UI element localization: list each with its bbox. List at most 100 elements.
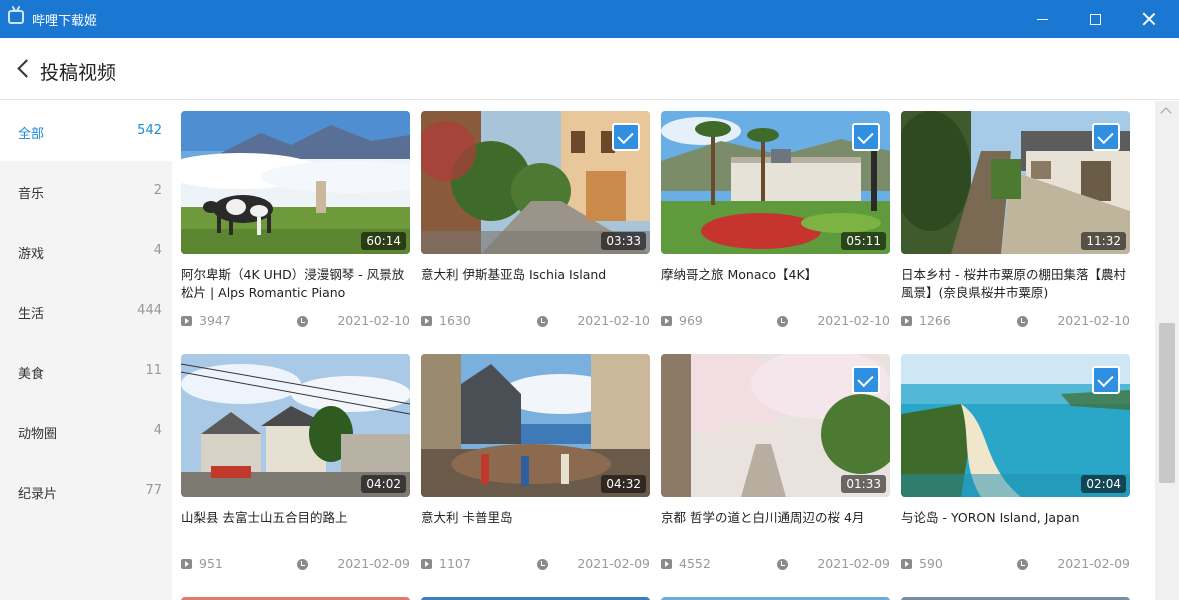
- video-card[interactable]: 60:14 阿尔卑斯（4K UHD）浸漫钢琴 - 风景放松片 | Alps Ro…: [181, 111, 410, 341]
- sidebar-item-label: 美食: [18, 367, 45, 382]
- clock-icon: [777, 559, 788, 570]
- duration-badge: 60:14: [361, 232, 406, 250]
- video-title: 阿尔卑斯（4K UHD）浸漫钢琴 - 风景放松片 | Alps Romantic…: [181, 267, 405, 300]
- video-meta: 951 2021-02-09: [181, 556, 410, 572]
- close-icon: [1142, 12, 1156, 26]
- sidebar-item-label: 游戏: [18, 247, 45, 262]
- upload-date: 2021-02-10: [1057, 313, 1130, 328]
- upload-date: 2021-02-10: [817, 313, 890, 328]
- window-title: 哔哩下载姬: [32, 14, 98, 29]
- view-count: 3947: [199, 313, 231, 328]
- video-thumbnail: 05:11: [661, 111, 890, 254]
- upload-date: 2021-02-09: [337, 556, 410, 571]
- sidebar-item-label: 动物圈: [18, 427, 58, 442]
- view-count: 590: [919, 556, 943, 571]
- video-meta: 1630 2021-02-10: [421, 313, 650, 329]
- clock-icon: [1017, 559, 1028, 570]
- selected-checkbox[interactable]: [1092, 123, 1120, 151]
- sidebar-item-all[interactable]: 全部 542: [0, 101, 172, 161]
- tv-icon: [8, 10, 24, 24]
- video-title: 与论岛 - YORON Island, Japan: [901, 510, 1080, 525]
- play-count-icon: [421, 316, 432, 326]
- play-count-icon: [181, 316, 192, 326]
- duration-badge: 02:04: [1081, 475, 1126, 493]
- category-sidebar: 全部 542 音乐 2 游戏 4 生活 444 美食 11 动物圈 4 纪录片 …: [0, 101, 172, 600]
- sidebar-item-food[interactable]: 美食 11: [0, 341, 172, 401]
- play-count-icon: [661, 559, 672, 569]
- video-thumbnail: 02:04: [901, 354, 1130, 497]
- sidebar-item-label: 音乐: [18, 187, 45, 202]
- play-count-icon: [661, 316, 672, 326]
- video-thumbnail: 03:33: [421, 111, 650, 254]
- page-header: 投稿视频: [0, 38, 1179, 100]
- sidebar-item-count: 542: [137, 123, 162, 138]
- clock-icon: [297, 316, 308, 327]
- sidebar-item-count: 2: [153, 183, 162, 198]
- view-count: 969: [679, 313, 703, 328]
- video-title: 日本乡村 - 桜井市粟原の棚田集落【農村風景】(奈良県桜井市粟原): [901, 267, 1126, 300]
- back-button[interactable]: [12, 54, 36, 84]
- video-card[interactable]: 11:32 日本乡村 - 桜井市粟原の棚田集落【農村風景】(奈良県桜井市粟原) …: [901, 111, 1130, 341]
- video-meta: 590 2021-02-09: [901, 556, 1130, 572]
- minimize-icon: [1036, 18, 1048, 20]
- upload-date: 2021-02-09: [577, 556, 650, 571]
- sidebar-item-count: 444: [137, 303, 162, 318]
- view-count: 1107: [439, 556, 471, 571]
- video-thumbnail: 04:02: [181, 354, 410, 497]
- sidebar-item-games[interactable]: 游戏 4: [0, 221, 172, 281]
- scroll-up-icon[interactable]: [1160, 107, 1172, 119]
- minimize-button[interactable]: [1014, 0, 1070, 38]
- video-title: 意大利 伊斯基亚岛 Ischia Island: [421, 267, 607, 282]
- sidebar-item-animals[interactable]: 动物圈 4: [0, 401, 172, 461]
- video-meta: 4552 2021-02-09: [661, 556, 890, 572]
- sidebar-item-music[interactable]: 音乐 2: [0, 161, 172, 221]
- upload-date: 2021-02-09: [817, 556, 890, 571]
- play-count-icon: [901, 559, 912, 569]
- page-title: 投稿视频: [40, 62, 117, 84]
- maximize-icon: [1089, 13, 1101, 25]
- view-count: 1630: [439, 313, 471, 328]
- sidebar-item-count: 77: [145, 483, 162, 498]
- sidebar-item-label: 纪录片: [18, 487, 58, 502]
- clock-icon: [297, 559, 308, 570]
- video-meta: 3947 2021-02-10: [181, 313, 410, 329]
- video-card[interactable]: 05:11 摩纳哥之旅 Monaco【4K】 969 2021-02-10: [661, 111, 890, 341]
- video-card[interactable]: 02:04 与论岛 - YORON Island, Japan 590 2021…: [901, 354, 1130, 584]
- video-card[interactable]: 03:33 意大利 伊斯基亚岛 Ischia Island 1630 2021-…: [421, 111, 650, 341]
- play-count-icon: [901, 316, 912, 326]
- selected-checkbox[interactable]: [612, 123, 640, 151]
- video-card[interactable]: 04:32 意大利 卡普里岛 1107 2021-02-09: [421, 354, 650, 584]
- selected-checkbox[interactable]: [852, 123, 880, 151]
- video-thumbnail: 04:32: [421, 354, 650, 497]
- clock-icon: [777, 316, 788, 327]
- sidebar-item-count: 4: [153, 423, 162, 438]
- play-count-icon: [181, 559, 192, 569]
- selected-checkbox[interactable]: [1092, 366, 1120, 394]
- duration-badge: 04:02: [361, 475, 406, 493]
- clock-icon: [1017, 316, 1028, 327]
- video-title: 京都 哲学の道と白川通周辺の桜 4月: [661, 510, 865, 525]
- sidebar-item-documentary[interactable]: 纪录片 77: [0, 461, 172, 521]
- title-bar: 哔哩下载姬: [0, 0, 1179, 38]
- duration-badge: 01:33: [841, 475, 886, 493]
- duration-badge: 03:33: [601, 232, 646, 250]
- vertical-scrollbar[interactable]: [1155, 101, 1179, 600]
- maximize-button[interactable]: [1067, 0, 1123, 38]
- clock-icon: [537, 316, 548, 327]
- sidebar-item-label: 全部: [18, 127, 45, 142]
- clock-icon: [537, 559, 548, 570]
- video-card[interactable]: 01:33 京都 哲学の道と白川通周辺の桜 4月 4552 2021-02-09: [661, 354, 890, 584]
- close-button[interactable]: [1121, 0, 1177, 38]
- duration-badge: 05:11: [841, 232, 886, 250]
- selected-checkbox[interactable]: [852, 366, 880, 394]
- sidebar-item-life[interactable]: 生活 444: [0, 281, 172, 341]
- video-card[interactable]: 04:02 山梨县 去富士山五合目的路上 951 2021-02-09: [181, 354, 410, 584]
- view-count: 951: [199, 556, 223, 571]
- video-grid: 60:14 阿尔卑斯（4K UHD）浸漫钢琴 - 风景放松片 | Alps Ro…: [172, 101, 1155, 600]
- scroll-thumb[interactable]: [1159, 323, 1175, 483]
- duration-badge: 11:32: [1081, 232, 1126, 250]
- play-count-icon: [421, 559, 432, 569]
- video-meta: 969 2021-02-10: [661, 313, 890, 329]
- view-count: 1266: [919, 313, 951, 328]
- upload-date: 2021-02-10: [337, 313, 410, 328]
